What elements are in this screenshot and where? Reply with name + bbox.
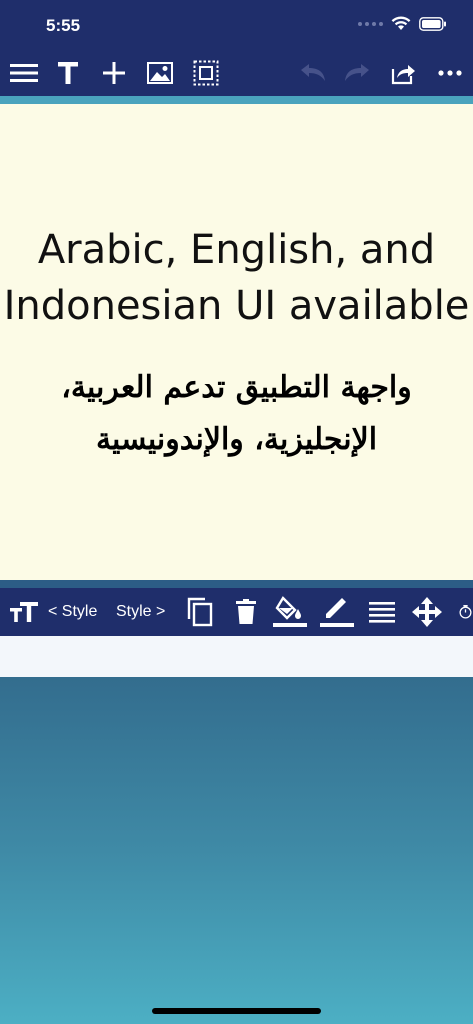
next-style-button[interactable]: Style > (116, 597, 165, 627)
add-icon (103, 62, 125, 84)
rotate-button[interactable] (458, 597, 473, 627)
english-text-block[interactable]: Arabic, English, and Indonesian UI avail… (0, 222, 473, 334)
add-text-button[interactable] (53, 58, 83, 88)
select-area-icon (193, 60, 219, 86)
battery-icon (419, 16, 446, 31)
arabic-text-line: الإنجليزية، والإندونيسية (95, 422, 378, 457)
add-button[interactable] (99, 58, 129, 88)
add-image-button[interactable] (145, 58, 175, 88)
text-icon (58, 62, 78, 84)
line-weight-button[interactable] (368, 597, 396, 627)
previous-style-button[interactable]: < Style (48, 597, 97, 627)
undo-button[interactable] (297, 58, 327, 88)
copy-icon (187, 597, 213, 627)
delete-button[interactable] (233, 597, 259, 627)
image-icon (147, 62, 173, 84)
cellular-signal-icon (358, 21, 383, 26)
status-time: 5:55 (46, 16, 81, 35)
share-icon (391, 65, 415, 85)
copy-button[interactable] (186, 597, 214, 627)
design-canvas[interactable]: Arabic, English, and Indonesian UI avail… (0, 104, 473, 580)
home-indicator[interactable] (152, 1008, 321, 1014)
english-text-line: Arabic, English, and (37, 227, 436, 273)
redo-icon (345, 64, 369, 81)
share-button[interactable] (389, 58, 419, 88)
wifi-icon (391, 16, 411, 30)
pen-color-button[interactable] (320, 597, 354, 627)
more-icon (438, 70, 462, 76)
accent-strip (0, 96, 473, 104)
fill-color-button[interactable] (273, 596, 307, 627)
next-style-label: Style > (116, 603, 166, 620)
canvas-divider (0, 580, 473, 588)
redo-button[interactable] (343, 58, 373, 88)
options-strip (0, 636, 473, 677)
menu-button[interactable] (9, 58, 39, 88)
more-button[interactable] (435, 58, 465, 88)
line-weight-icon (369, 602, 395, 623)
delete-icon (236, 599, 256, 624)
move-button[interactable] (411, 597, 443, 627)
select-area-button[interactable] (191, 58, 221, 88)
menu-icon (10, 64, 38, 82)
move-icon (412, 597, 442, 627)
text-size-icon (10, 602, 38, 622)
arabic-text-block[interactable]: واجهة التطبيق تدعم العربية، الإنجليزية، … (0, 362, 473, 466)
pen-color-icon (320, 598, 354, 627)
rotate-icon (459, 605, 472, 619)
arabic-text-line: واجهة التطبيق تدعم العربية، (61, 370, 412, 405)
english-text-line: Indonesian UI available (3, 283, 470, 329)
status-bar: 5:55 (0, 0, 473, 48)
fill-color-icon (273, 596, 307, 627)
status-indicators (358, 16, 447, 31)
undo-icon (301, 64, 325, 81)
style-toolbar[interactable]: < Style Style > (0, 588, 473, 636)
top-toolbar (0, 48, 473, 96)
text-size-button[interactable] (10, 597, 38, 627)
previous-style-label: < Style (48, 603, 98, 620)
workspace-background (0, 677, 473, 1024)
